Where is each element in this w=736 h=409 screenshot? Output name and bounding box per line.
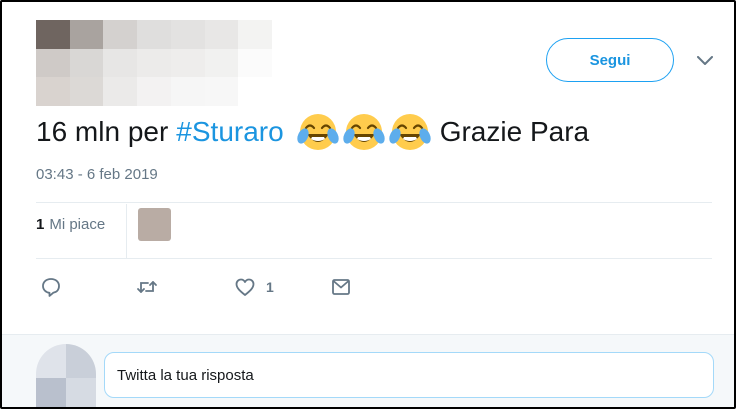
follow-button-label: Segui (589, 51, 631, 69)
blurred-pixel (103, 48, 138, 78)
blurred-pixel (238, 20, 272, 49)
blurred-pixel (204, 20, 239, 49)
tweet-text: 16 mln per #Sturaro Grazie Para (36, 110, 589, 154)
hashtag-link[interactable]: #Sturaro (176, 111, 283, 153)
user-avatar (36, 344, 96, 407)
stats-separator (126, 204, 127, 258)
blurred-pixel (137, 77, 171, 106)
blurred-pixel (69, 48, 104, 78)
envelope-icon (332, 279, 350, 295)
blurred-pixel (36, 20, 70, 49)
divider (36, 258, 712, 259)
avatar-pixel (66, 377, 96, 407)
blurred-pixel (69, 20, 104, 49)
tweet-actions: 1 (2, 274, 734, 304)
blurred-pixel (103, 77, 138, 106)
blurred-pixel (69, 77, 104, 106)
reply-button[interactable] (40, 274, 62, 300)
likes-count: 1 (36, 216, 45, 233)
reply-input[interactable] (104, 352, 714, 398)
divider (36, 202, 712, 203)
blurred-pixel (103, 20, 138, 49)
blurred-pixel (36, 77, 70, 106)
blurred-pixel (204, 77, 239, 106)
blurred-pixel (36, 48, 70, 78)
tweet-card: Segui 16 mln per #Sturaro Grazie Para 03… (0, 0, 736, 409)
likes-label: Mi piace (49, 216, 106, 233)
blurred-pixel (204, 48, 239, 78)
retweet-button[interactable] (136, 274, 158, 300)
tweet-timestamp[interactable]: 03:43 - 6 feb 2019 (36, 166, 158, 183)
emoji-group (296, 110, 432, 154)
heart-icon (235, 278, 255, 296)
blurred-profile-header (36, 20, 272, 106)
blurred-pixel (137, 20, 171, 49)
tweet-text-start: 16 mln per (36, 116, 169, 147)
blurred-pixel (170, 20, 205, 49)
chevron-down-icon[interactable] (696, 54, 714, 68)
face-with-tears-of-joy-icon (297, 114, 339, 150)
blurred-pixel (170, 48, 205, 78)
like-button[interactable]: 1 (234, 274, 274, 300)
tweet-text-end: Grazie Para (439, 116, 590, 147)
blurred-pixel (238, 48, 272, 78)
avatar-pixel (36, 377, 66, 407)
face-with-tears-of-joy-icon (389, 114, 431, 150)
blurred-pixel (170, 77, 205, 106)
face-with-tears-of-joy-icon (343, 114, 385, 150)
like-count: 1 (266, 279, 274, 295)
liker-avatar[interactable] (138, 208, 171, 241)
direct-message-button[interactable] (330, 274, 352, 300)
blurred-pixel (137, 48, 171, 78)
reply-icon (42, 278, 60, 297)
likes-stat[interactable]: 1 Mi piace (36, 216, 105, 233)
blurred-pixel (238, 77, 272, 106)
follow-button[interactable]: Segui (546, 38, 674, 82)
retweet-icon (137, 281, 157, 293)
